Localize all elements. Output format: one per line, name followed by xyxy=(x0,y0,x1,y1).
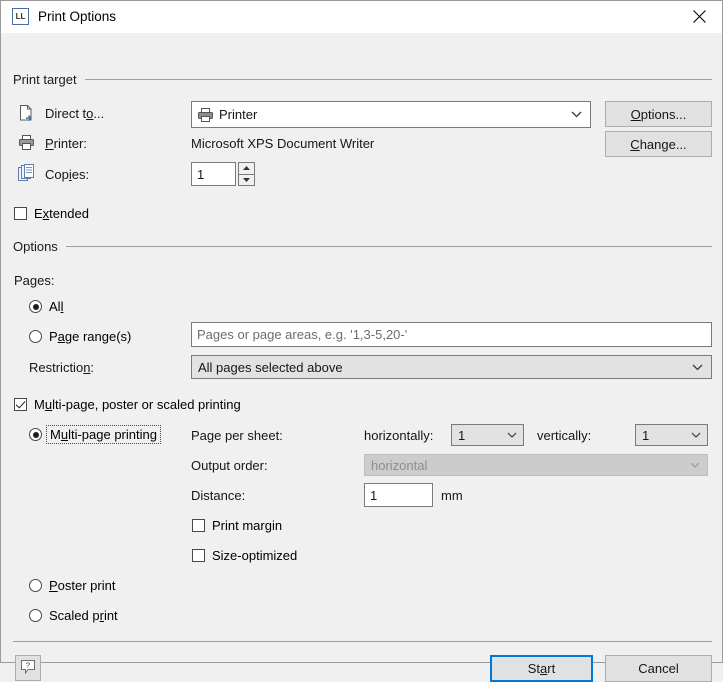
start-button[interactable]: Start xyxy=(490,655,593,682)
horizontally-value: 1 xyxy=(458,427,466,443)
extended-checkbox[interactable]: Extended xyxy=(14,206,89,221)
page-range-radio-dot xyxy=(29,330,42,343)
printer-row-icon xyxy=(18,135,35,154)
distance-value: 1 xyxy=(370,487,378,503)
multipage-checkbox[interactable]: Multi-page, poster or scaled printing xyxy=(14,397,241,412)
footer-divider xyxy=(13,641,712,642)
copies-stepper-down[interactable] xyxy=(239,173,254,186)
close-icon xyxy=(692,10,706,23)
page-range-radio-label: Page range(s) xyxy=(49,329,132,344)
poster-print-radio-label: Poster print xyxy=(49,578,116,593)
direct-to-combobox[interactable]: Printer xyxy=(191,101,591,128)
svg-text:?: ? xyxy=(26,660,30,669)
multipage-printing-radio-label: Multi-page printing xyxy=(46,425,161,444)
all-pages-radio-label: All xyxy=(49,299,64,314)
extended-checkbox-label: Extended xyxy=(34,206,89,221)
printer-value: Microsoft XPS Document Writer xyxy=(191,136,375,151)
print-margin-checkbox[interactable]: Print margin xyxy=(192,518,282,533)
horizontally-label: horizontally: xyxy=(364,428,434,443)
multipage-printing-radio-dot xyxy=(29,428,42,441)
multipage-checkbox-label: Multi-page, poster or scaled printing xyxy=(34,397,241,412)
print-target-group-header: Print target xyxy=(13,72,712,87)
window-title: Print Options xyxy=(38,9,117,24)
horizontally-combobox[interactable]: 1 xyxy=(451,424,524,446)
size-optimized-checkbox-label: Size-optimized xyxy=(212,548,298,563)
copies-label: Copies: xyxy=(45,167,90,182)
output-order-combobox[interactable]: horizontal xyxy=(364,454,708,476)
page-range-radio[interactable]: Page range(s) xyxy=(29,329,131,344)
group-divider-2 xyxy=(65,246,712,247)
direct-to-value: Printer xyxy=(219,107,258,122)
title-bar: LL Print Options xyxy=(1,1,722,33)
printer-icon xyxy=(198,107,213,122)
cancel-button-label: Cancel xyxy=(638,661,679,676)
options-group-header: Options xyxy=(13,239,712,254)
direct-to-label: Direct to... xyxy=(45,106,105,121)
copies-value: 1 xyxy=(197,166,205,182)
dialog-body: Print target Direct to... Printer Option… xyxy=(1,33,722,682)
restriction-value: All pages selected above xyxy=(198,359,343,375)
copies-stepper-up[interactable] xyxy=(239,163,254,174)
distance-label: Distance: xyxy=(191,488,246,503)
extended-checkbox-box xyxy=(14,207,27,220)
options-button[interactable]: Options... xyxy=(605,101,712,127)
print-target-group-label: Print target xyxy=(13,72,77,87)
close-button[interactable] xyxy=(676,1,722,32)
page-range-input[interactable]: Pages or page areas, e.g. '1,3-5,20-' xyxy=(191,322,712,347)
vertically-combobox[interactable]: 1 xyxy=(635,424,708,446)
direct-to-icon xyxy=(18,104,35,125)
cancel-button[interactable]: Cancel xyxy=(605,655,712,682)
restriction-label: Restriction: xyxy=(29,360,95,375)
help-icon: ? xyxy=(21,659,35,677)
app-icon: LL xyxy=(12,8,29,25)
all-pages-radio-dot xyxy=(29,300,42,313)
vertically-label: vertically: xyxy=(537,428,592,443)
group-divider xyxy=(84,79,712,80)
chevron-down-icon xyxy=(690,462,700,468)
multipage-printing-radio[interactable]: Multi-page printing xyxy=(29,425,161,444)
scaled-print-radio[interactable]: Scaled print xyxy=(29,608,118,623)
printer-label: Printer: xyxy=(45,136,87,151)
options-group-label: Options xyxy=(13,239,58,254)
copies-input[interactable]: 1 xyxy=(191,162,236,186)
copies-icon xyxy=(18,164,35,185)
poster-print-radio[interactable]: Poster print xyxy=(29,578,115,593)
vertically-value: 1 xyxy=(642,427,650,443)
multipage-checkbox-box xyxy=(14,398,27,411)
chevron-down-icon xyxy=(691,432,701,438)
options-button-label: Options... xyxy=(630,106,687,122)
print-options-dialog: LL Print Options Print target Direct to.… xyxy=(0,0,723,682)
page-per-sheet-label: Page per sheet: xyxy=(191,428,283,443)
page-range-input-placeholder: Pages or page areas, e.g. '1,3-5,20-' xyxy=(197,327,408,342)
restriction-combobox[interactable]: All pages selected above xyxy=(191,355,712,379)
distance-input[interactable]: 1 xyxy=(364,483,433,507)
pages-label: Pages: xyxy=(14,273,55,288)
scaled-print-radio-dot xyxy=(29,609,42,622)
scaled-print-radio-label: Scaled print xyxy=(49,608,118,623)
output-order-label: Output order: xyxy=(191,458,268,473)
size-optimized-checkbox[interactable]: Size-optimized xyxy=(192,548,297,563)
copies-stepper[interactable] xyxy=(238,162,255,186)
change-button[interactable]: Change... xyxy=(605,131,712,157)
help-button[interactable]: ? xyxy=(15,655,41,681)
distance-unit-label: mm xyxy=(441,488,463,503)
chevron-down-icon xyxy=(571,111,582,118)
chevron-down-icon xyxy=(692,364,703,371)
print-margin-checkbox-label: Print margin xyxy=(212,518,283,533)
size-optimized-checkbox-box xyxy=(192,549,205,562)
output-order-value: horizontal xyxy=(371,457,428,473)
change-button-label: Change... xyxy=(630,136,687,152)
all-pages-radio[interactable]: All xyxy=(29,299,63,314)
print-margin-checkbox-box xyxy=(192,519,205,532)
start-button-label: Start xyxy=(527,661,556,676)
chevron-down-icon xyxy=(507,432,517,438)
poster-print-radio-dot xyxy=(29,579,42,592)
